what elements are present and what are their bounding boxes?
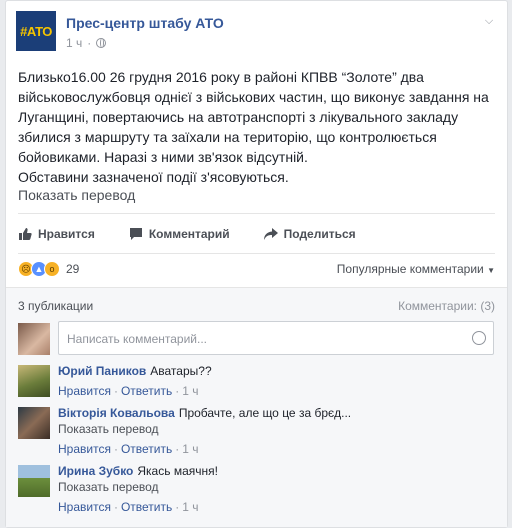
post-card: #АТО Прес-центр штабу АТО 1 ч · ⌵ Близьк… [5, 0, 508, 528]
comment-button[interactable]: Комментарий [129, 227, 230, 241]
comment-like-link[interactable]: Нравится [58, 384, 111, 398]
comment-reply-link[interactable]: Ответить [121, 500, 172, 514]
comment-like-link[interactable]: Нравится [58, 442, 111, 456]
page-name-link[interactable]: Прес-центр штабу АТО [66, 15, 224, 31]
comment-body: Ирина Зубко Якась маячня! Показать перево… [58, 463, 218, 515]
show-translation-link[interactable]: Показать перевод [18, 187, 135, 203]
share-icon [263, 228, 278, 240]
post-text: Близько16.00 26 грудня 2016 року в район… [18, 67, 498, 187]
like-label: Нравится [38, 227, 95, 241]
comment-input[interactable]: Написать комментарий... [58, 321, 494, 355]
comment-body: Вікторія Ковальова Пробачте, але що це за… [58, 405, 351, 457]
post-text-line: Обставини зазначеної події з'ясовуються. [18, 169, 289, 185]
divider [18, 253, 495, 254]
comment-translate-link[interactable]: Показать перевод [58, 479, 218, 495]
thumbs-up-icon [19, 228, 32, 240]
comment-text: Якась маячня! [137, 464, 218, 478]
comment-actions: Нравится · Ответить · 1 ч [58, 442, 199, 456]
post-text-line: Близько16.00 26 грудня 2016 року в район… [18, 69, 424, 85]
avatar[interactable] [18, 323, 50, 355]
comment-translate-link[interactable]: Показать перевод [58, 421, 351, 437]
comment-text: Аватары?? [150, 364, 212, 378]
comment-author[interactable]: Вікторія Ковальова [58, 406, 175, 420]
post-text-line: військовослужбовця однієї з військових ч… [18, 89, 489, 105]
post-text-line: збилися з маршруту та заїхали на територ… [18, 129, 437, 145]
avatar[interactable] [18, 365, 50, 397]
reactions-summary[interactable]: ☹ ▲ o 29 [18, 259, 79, 279]
comment-icon [129, 228, 142, 240]
comment-item: Юрий Паников Аватары?? Нравится · Ответить ·… [18, 363, 496, 399]
comment-actions: Нравится · Ответить · 1 ч [58, 384, 199, 398]
comment-text: Пробачте, але що це за брєд... [178, 406, 352, 420]
publications-link[interactable]: 3 публикации [18, 299, 93, 313]
comment-author[interactable]: Ирина Зубко [58, 464, 133, 478]
sort-label: Популярные комментарии [336, 262, 484, 276]
caret-down-icon: ▼ [487, 266, 495, 275]
comments-count: Комментарии: (3) [398, 299, 495, 313]
avatar[interactable] [18, 407, 50, 439]
globe-icon [96, 38, 107, 48]
page-avatar[interactable]: #АТО [16, 11, 56, 51]
share-label: Поделиться [283, 227, 356, 241]
post-text-line: бойовиками. Наразі з ними зв'язок відсут… [18, 149, 308, 165]
like-button[interactable]: Нравится [18, 227, 95, 241]
comment-label: Комментарий [148, 227, 230, 241]
chevron-down-icon[interactable]: ⌵ [482, 15, 496, 29]
comment-author[interactable]: Юрий Паников [58, 364, 146, 378]
comment-sort-dropdown[interactable]: Популярные комментарии ▼ [337, 262, 495, 276]
comment-composer: Написать комментарий... [18, 321, 496, 355]
share-button[interactable]: Поделиться [263, 227, 356, 241]
comment-like-link[interactable]: Нравится [58, 500, 111, 514]
comment-item: Ирина Зубко Якась маячня! Показать перево… [18, 463, 496, 515]
comment-time[interactable]: 1 ч [182, 442, 198, 456]
comment-actions: Нравится · Ответить · 1 ч [58, 500, 199, 514]
post-meta: 1 ч · [66, 36, 107, 50]
action-bar: Нравится Комментарий Поделиться [18, 219, 496, 249]
comment-time[interactable]: 1 ч [182, 384, 198, 398]
comment-body: Юрий Паников Аватары?? Нравится · Ответить ·… [58, 363, 212, 399]
avatar[interactable] [18, 465, 50, 497]
divider [18, 213, 495, 214]
comment-item: Вікторія Ковальова Пробачте, але що це за… [18, 405, 496, 457]
emoji-icon[interactable] [472, 331, 486, 345]
post-time[interactable]: 1 ч [66, 36, 82, 50]
comment-time[interactable]: 1 ч [182, 500, 198, 514]
wow-reaction-icon: o [44, 261, 60, 277]
reactions-count: 29 [66, 262, 80, 276]
post-text-line: Луганщині, повертаючись на автотранспорт… [18, 109, 459, 125]
post-header: #АТО Прес-центр штабу АТО 1 ч · ⌵ [16, 11, 496, 59]
comment-reply-link[interactable]: Ответить [121, 384, 172, 398]
comment-reply-link[interactable]: Ответить [121, 442, 172, 456]
